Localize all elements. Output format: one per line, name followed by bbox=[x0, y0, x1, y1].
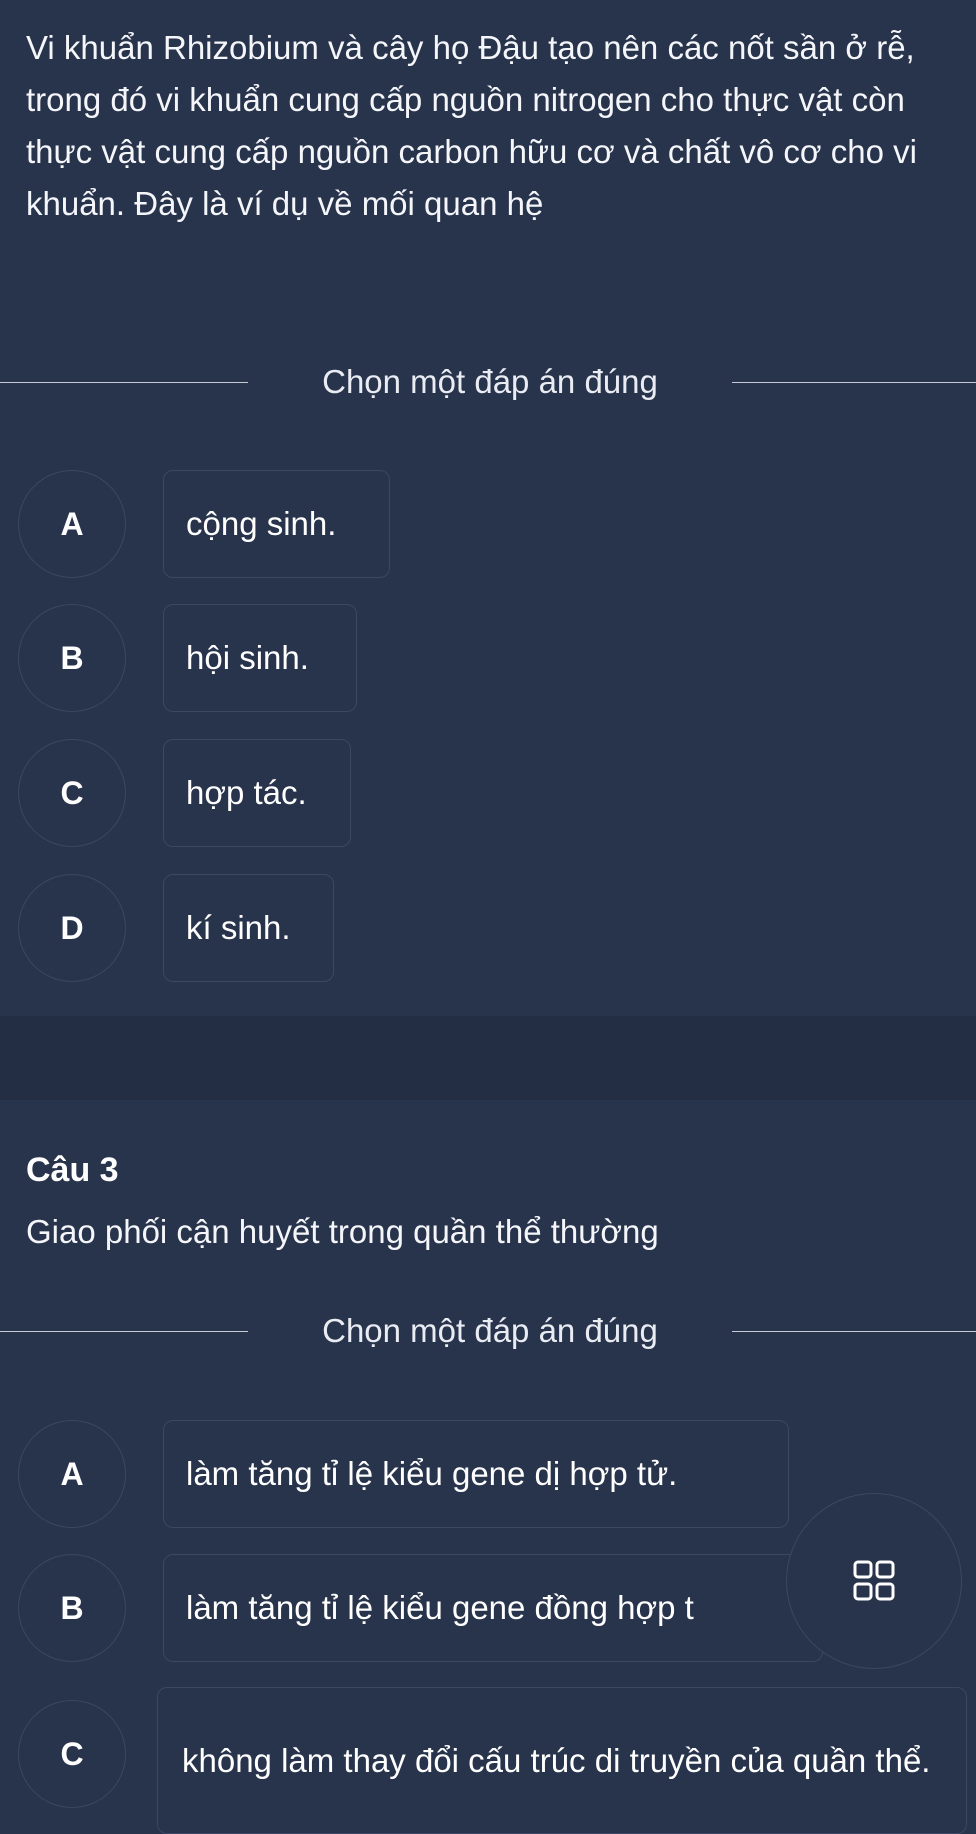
option-c-answer[interactable]: hợp tác. bbox=[163, 739, 351, 847]
question-separator bbox=[0, 1016, 976, 1100]
divider-line-right bbox=[732, 1331, 976, 1332]
choose-answer-divider: Chọn một đáp án đúng bbox=[0, 362, 976, 402]
divider-line-left bbox=[0, 382, 248, 383]
option-b-letter[interactable]: B bbox=[18, 604, 126, 712]
option-a-letter[interactable]: A bbox=[18, 470, 126, 578]
question-grid-button[interactable] bbox=[786, 1493, 962, 1669]
option-a-answer[interactable]: cộng sinh. bbox=[163, 470, 390, 578]
q3-option-c-answer[interactable]: không làm thay đổi cấu trúc di truyền củ… bbox=[157, 1687, 967, 1834]
choose-answer-label: Chọn một đáp án đúng bbox=[322, 363, 658, 400]
choose-answer-divider-2: Chọn một đáp án đúng bbox=[0, 1311, 976, 1351]
q3-option-b-letter[interactable]: B bbox=[18, 1554, 126, 1662]
q3-option-a-letter[interactable]: A bbox=[18, 1420, 126, 1528]
question-2-text: Vi khuẩn Rhizobium và cây họ Đậu tạo nên… bbox=[26, 29, 917, 222]
divider-line-right bbox=[732, 382, 976, 383]
option-d-letter[interactable]: D bbox=[18, 874, 126, 982]
question-3-text: Giao phối cận huyết trong quần thể thườn… bbox=[26, 1213, 659, 1250]
grid-icon bbox=[853, 1560, 895, 1601]
divider-line-left bbox=[0, 1331, 248, 1332]
question-3-heading: Câu 3 bbox=[26, 1151, 119, 1189]
option-c-letter[interactable]: C bbox=[18, 739, 126, 847]
choose-answer-label: Chọn một đáp án đúng bbox=[322, 1312, 658, 1349]
q3-option-c-letter[interactable]: C bbox=[18, 1700, 126, 1808]
option-b-answer[interactable]: hội sinh. bbox=[163, 604, 357, 712]
q3-option-b-answer[interactable]: làm tăng tỉ lệ kiểu gene đồng hợp t bbox=[163, 1554, 823, 1662]
option-d-answer[interactable]: kí sinh. bbox=[163, 874, 334, 982]
q3-option-a-answer[interactable]: làm tăng tỉ lệ kiểu gene dị hợp tử. bbox=[163, 1420, 789, 1528]
